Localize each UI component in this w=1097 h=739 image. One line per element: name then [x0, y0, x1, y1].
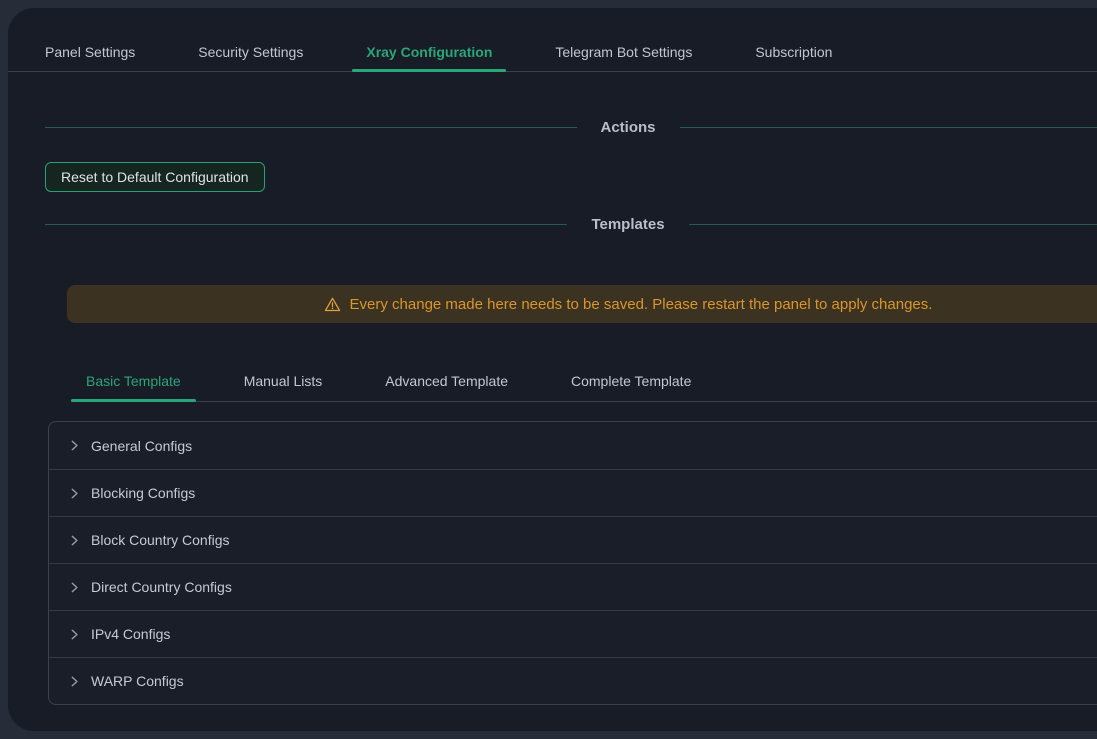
collapse-header-label: WARP Configs: [91, 673, 184, 689]
tab-basic-template[interactable]: Basic Template: [71, 361, 196, 401]
tab-subscription[interactable]: Subscription: [741, 32, 846, 71]
collapse-header-blocking-configs[interactable]: Blocking Configs: [49, 469, 1097, 516]
collapse-header-block-country-configs[interactable]: Block Country Configs: [49, 516, 1097, 563]
warning-alert: Every change made here needs to be saved…: [67, 285, 1097, 323]
chevron-right-icon: [69, 535, 81, 546]
tab-label: Manual Lists: [244, 373, 323, 389]
divider-line: [680, 127, 1097, 128]
warning-alert-text: Every change made here needs to be saved…: [350, 296, 933, 313]
collapse-header-label: Block Country Configs: [91, 532, 230, 548]
actions-section-title: Actions: [577, 119, 680, 136]
chevron-right-icon: [69, 582, 81, 593]
main-tab-bar: Panel Settings Security Settings Xray Co…: [8, 32, 1097, 72]
reset-default-config-button[interactable]: Reset to Default Configuration: [45, 162, 265, 192]
tab-label: Security Settings: [198, 44, 303, 60]
chevron-right-icon: [69, 488, 81, 499]
collapse-header-general-configs[interactable]: General Configs: [49, 422, 1097, 469]
collapse-header-direct-country-configs[interactable]: Direct Country Configs: [49, 563, 1097, 610]
collapse-header-label: General Configs: [91, 438, 192, 454]
tab-label: Complete Template: [571, 373, 691, 389]
tab-complete-template[interactable]: Complete Template: [556, 361, 706, 401]
page-background: Panel Settings Security Settings Xray Co…: [0, 0, 1097, 739]
settings-card: Panel Settings Security Settings Xray Co…: [8, 8, 1097, 731]
configs-collapse-list: General Configs Blocking Configs Block C…: [48, 421, 1097, 705]
collapse-header-warp-configs[interactable]: WARP Configs: [49, 657, 1097, 704]
collapse-header-label: Blocking Configs: [91, 485, 195, 501]
tab-security-settings[interactable]: Security Settings: [184, 32, 317, 71]
actions-divider: Actions: [45, 116, 1097, 138]
template-tab-bar: Basic Template Manual Lists Advanced Tem…: [71, 361, 1097, 402]
warning-triangle-icon: [324, 296, 341, 313]
chevron-right-icon: [69, 440, 81, 451]
divider-line: [45, 224, 567, 225]
tab-advanced-template[interactable]: Advanced Template: [370, 361, 523, 401]
tab-panel-settings[interactable]: Panel Settings: [31, 32, 149, 71]
divider-line: [689, 224, 1097, 225]
templates-section-title: Templates: [567, 216, 688, 233]
tab-telegram-bot-settings[interactable]: Telegram Bot Settings: [541, 32, 706, 71]
collapse-header-label: Direct Country Configs: [91, 579, 232, 595]
chevron-right-icon: [69, 629, 81, 640]
collapse-header-label: IPv4 Configs: [91, 626, 170, 642]
tab-label: Advanced Template: [385, 373, 508, 389]
tab-label: Xray Configuration: [366, 44, 492, 60]
tab-manual-lists[interactable]: Manual Lists: [229, 361, 338, 401]
tab-xray-configuration[interactable]: Xray Configuration: [352, 32, 506, 71]
tab-label: Panel Settings: [45, 44, 135, 60]
tab-label: Subscription: [755, 44, 832, 60]
tab-label: Basic Template: [86, 373, 181, 389]
divider-line: [45, 127, 577, 128]
tab-label: Telegram Bot Settings: [555, 44, 692, 60]
chevron-right-icon: [69, 676, 81, 687]
tab-content: Actions Reset to Default Configuration T…: [45, 116, 1097, 705]
collapse-header-ipv4-configs[interactable]: IPv4 Configs: [49, 610, 1097, 657]
templates-divider: Templates: [45, 213, 1097, 235]
